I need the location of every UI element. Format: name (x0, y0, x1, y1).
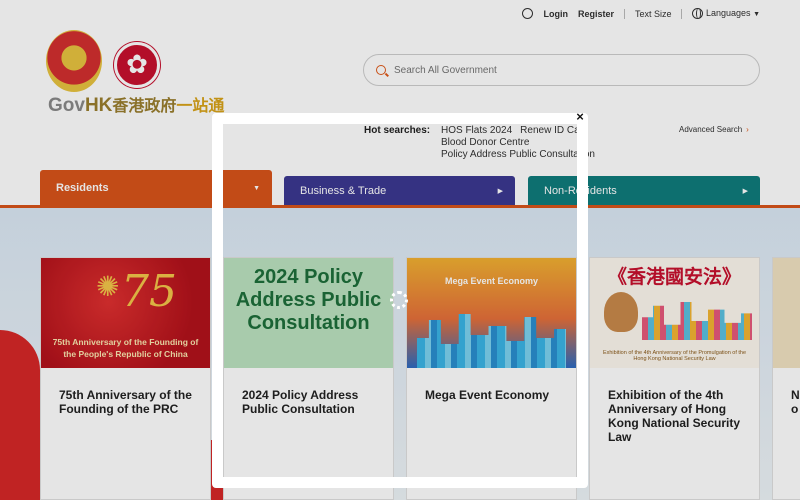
loading-spinner-icon (390, 291, 408, 309)
close-icon[interactable]: × (573, 110, 587, 124)
